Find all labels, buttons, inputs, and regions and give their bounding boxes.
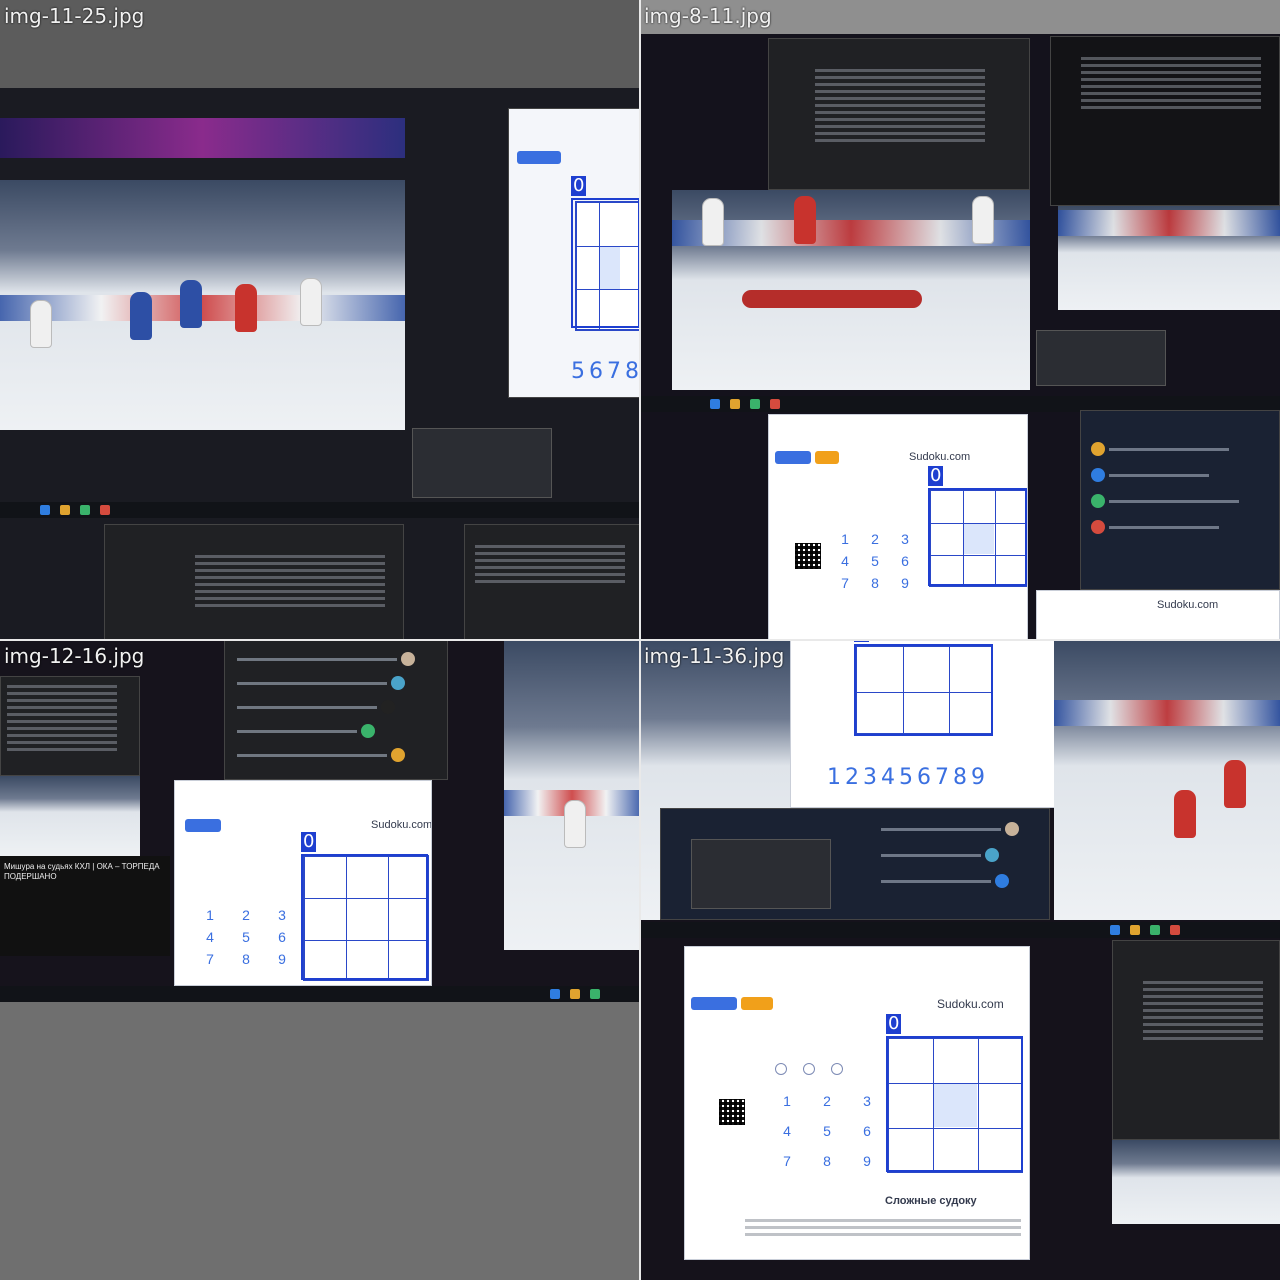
detection-box [854,644,993,736]
taskbar [640,922,1280,938]
numpad-key[interactable]: 8 [231,951,261,967]
site-name: Sudoku.com [909,451,971,463]
numpad-key[interactable]: 7 [195,951,225,967]
sudoku-heading: Сложные судоку [885,1195,977,1207]
numpad-key[interactable]: 1 [195,907,225,923]
numpad-key[interactable]: 8 [863,575,887,591]
number-strip: 56789 [571,359,639,384]
numpad-key[interactable]: 7 [833,575,857,591]
chat-window[interactable] [464,524,640,640]
site-name: Sudoku.com [1157,599,1219,611]
hockey-video-frame-3[interactable] [1112,1140,1280,1224]
number-pad[interactable]: 1 2 3 4 5 6 7 8 9 [833,531,917,591]
code-editor-window[interactable] [104,524,404,640]
detection-box [928,488,1027,586]
numpad-key[interactable]: 7 [771,1153,803,1169]
numpad-key[interactable]: 2 [231,907,261,923]
numpad-key[interactable]: 1 [833,531,857,547]
code-editor-window[interactable] [0,676,140,776]
image-mosaic: img-11-25.jpg 56789 [0,0,1280,1280]
numpad-key[interactable]: 4 [195,929,225,945]
tile-img-11-36: 123456789 0 Sudoku.com [640,640,1280,1280]
qr-code [719,1099,745,1125]
pencil-icon[interactable] [831,1063,843,1075]
code-editor-window[interactable] [1112,940,1280,1140]
numpad-key[interactable]: 5 [811,1123,843,1139]
video-info-panel: Мишура на судьях КХЛ | ОКА – ТОРПЕДА ПОД… [0,856,170,956]
tile-filename-label: img-11-36.jpg [644,644,785,668]
numpad-key[interactable]: 2 [811,1093,843,1109]
desktop-screenshot: 56789 0 [0,88,640,640]
numpad-key[interactable]: 4 [771,1123,803,1139]
tile-img-12-16: Мишура на судьях КХЛ | ОКА – ТОРПЕДА ПОД… [0,640,640,1280]
fallen-player [742,290,922,308]
detection-box-2 [886,1036,1023,1172]
hockey-video-frame[interactable] [0,180,405,430]
numpad-key[interactable]: 4 [833,553,857,569]
tile-filename-label: img-12-16.jpg [4,644,145,668]
tile-img-11-25: img-11-25.jpg 56789 [0,0,640,640]
notification-popup[interactable] [691,839,831,909]
chat-window[interactable] [1080,410,1280,590]
erase-icon[interactable] [803,1063,815,1075]
desktop-screenshot: Мишура на судьях КХЛ | ОКА – ТОРПЕДА ПОД… [0,640,640,1002]
taskbar [0,986,640,1002]
detection-box [301,854,428,980]
tile-divider-horizontal [0,639,1280,641]
sudoku-action-button[interactable] [691,997,737,1010]
terminal-window[interactable] [1050,36,1280,206]
detection-box-tag-2: 0 [886,1013,902,1034]
sudoku-orange-button[interactable] [815,451,839,464]
numpad-key[interactable]: 9 [267,951,297,967]
undo-icon[interactable] [775,1063,787,1075]
hockey-video-frame[interactable] [0,776,140,856]
numpad-key[interactable]: 6 [267,929,297,945]
numpad-key[interactable]: 6 [893,553,917,569]
code-editor-window[interactable] [768,38,1030,190]
notification-popup[interactable] [412,428,552,498]
tile-filename-label: img-11-25.jpg [4,4,145,28]
sudoku-action-button[interactable] [517,151,561,164]
numpad-key[interactable]: 2 [863,531,887,547]
site-name: Sudoku.com [371,819,432,831]
tile-filename-label: img-8-11.jpg [644,4,772,28]
hockey-video-frame-2[interactable] [1058,206,1280,310]
numpad-key[interactable]: 9 [893,575,917,591]
detection-box-tag: 0 [928,465,944,486]
chat-window[interactable] [224,640,448,780]
numpad-key[interactable]: 6 [851,1123,883,1139]
hockey-video-frame-2[interactable] [504,640,640,950]
notification-popup[interactable] [1036,330,1166,386]
qr-code [795,543,821,569]
taskbar [0,502,640,518]
numpad-key[interactable]: 8 [811,1153,843,1169]
sudoku-window-2[interactable]: Sudoku.com [1036,590,1280,640]
sudoku-action-button[interactable] [185,819,221,832]
numpad-key[interactable]: 3 [267,907,297,923]
sudoku-orange-button[interactable] [741,997,773,1010]
detection-box-tag: 0 [571,175,587,196]
number-pad[interactable]: 1 2 3 4 5 6 7 8 9 [195,907,297,967]
number-pad[interactable]: 1 2 3 4 5 6 7 8 9 [771,1093,883,1169]
sudoku-action-button[interactable] [775,451,811,464]
numpad-key[interactable]: 1 [771,1093,803,1109]
video-caption: Мишура на судьях КХЛ | ОКА – ТОРПЕДА ПОД… [4,862,160,881]
site-name: Sudoku.com [937,997,1004,1011]
numpad-key[interactable]: 3 [893,531,917,547]
number-strip: 123456789 [827,765,989,790]
numpad-key[interactable]: 3 [851,1093,883,1109]
detection-box [571,198,640,328]
hockey-video-frame-2[interactable] [1054,640,1280,920]
detection-box-tag: 0 [301,831,317,852]
tile-img-8-11: img-8-11.jpg Sudoku.com 1 2 3 4 5 6 7 8 … [640,0,1280,640]
hockey-video-frame[interactable] [672,190,1030,390]
numpad-key[interactable]: 5 [231,929,261,945]
numpad-key[interactable]: 9 [851,1153,883,1169]
browser-header [0,118,405,158]
chat-window[interactable] [660,808,1050,920]
numpad-key[interactable]: 5 [863,553,887,569]
